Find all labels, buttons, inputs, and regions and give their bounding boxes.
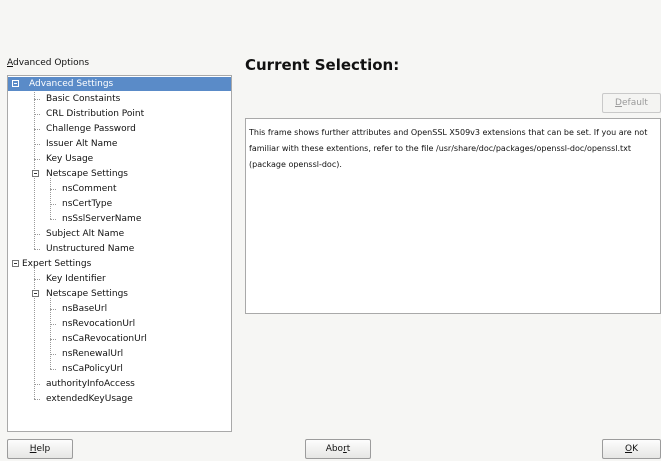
tree-item-subject-alt-name[interactable]: Subject Alt Name [8,227,231,241]
description-text: This frame shows further attributes and … [249,128,648,169]
tree-item-label: Issuer Alt Name [46,139,118,149]
tree-item-nsbaseurl[interactable]: nsBaseUrl [8,302,231,316]
tree-item-nssslservername[interactable]: nsSslServerName [8,212,231,226]
tree-item-basic-constaints[interactable]: Basic Constaints [8,92,231,106]
tree-item-key-usage[interactable]: Key Usage [8,152,231,166]
tree-item-nscapolicyurl[interactable]: nsCaPolicyUrl [8,362,231,376]
tree-item-label: nsComment [62,184,117,194]
tree-item-label: Key Identifier [46,274,106,284]
help-button[interactable]: Help [7,439,73,459]
tree-item-nscomment[interactable]: nsComment [8,182,231,196]
tree-item-unstructured-name[interactable]: Unstructured Name [8,242,231,256]
tree-item-label: nsRenewalUrl [62,349,124,359]
tree-item-advanced-settings[interactable]: Advanced Settings [8,77,231,91]
tree-item-netscape-settings[interactable]: Netscape Settings [8,167,231,181]
tree-item-crl-distribution-point[interactable]: CRL Distribution Point [8,107,231,121]
collapse-toggle-icon[interactable] [32,170,39,177]
tree-item-label: authorityInfoAccess [46,379,135,389]
tree-item-challenge-password[interactable]: Challenge Password [8,122,231,136]
tree-item-nsrenewalurl[interactable]: nsRenewalUrl [8,347,231,361]
tree-item-issuer-alt-name[interactable]: Issuer Alt Name [8,137,231,151]
tree-item-label: Expert Settings [22,259,92,269]
ok-button[interactable]: OK [602,439,661,459]
tree-item-label: nsSslServerName [62,214,142,224]
tree-item-key-identifier[interactable]: Key Identifier [8,272,231,286]
tree-item-label: CRL Distribution Point [46,109,145,119]
tree-item-label: Netscape Settings [46,289,128,299]
tree-item-label: nsBaseUrl [62,304,108,314]
description-frame: This frame shows further attributes and … [245,118,661,314]
tree-item-nscarevocationurl[interactable]: nsCaRevocationUrl [8,332,231,346]
tree-item-netscape-settings[interactable]: Netscape Settings [8,287,231,301]
collapse-toggle-icon[interactable] [32,290,39,297]
tree-item-label: nsRevocationUrl [62,319,136,329]
tree-item-label: Key Usage [46,154,94,164]
tree-item-label: Netscape Settings [46,169,128,179]
tree-item-label: nsCaPolicyUrl [62,364,123,374]
abort-button[interactable]: Abort [305,439,371,459]
tree-item-label: extendedKeyUsage [46,394,133,404]
collapse-toggle-icon[interactable] [12,80,19,87]
tree-item-label: Subject Alt Name [46,229,125,239]
tree-item-label: Challenge Password [46,124,136,134]
advanced-options-tree[interactable]: Advanced Settings Basic Constaints CRL Dis… [7,75,232,432]
tree-item-authorityinfoaccess[interactable]: authorityInfoAccess [8,377,231,391]
tree-item-expert-settings[interactable]: Expert Settings [8,257,231,271]
tree-item-label: nsCertType [62,199,113,209]
tree-item-extendedkeyusage[interactable]: extendedKeyUsage [8,392,231,406]
current-selection-heading: Current Selection: [245,56,400,74]
tree-item-label: Basic Constaints [46,94,121,104]
tree-item-nsrevocationurl[interactable]: nsRevocationUrl [8,317,231,331]
tree-item-label: Unstructured Name [46,244,135,254]
advanced-options-label: Advanced Options [7,58,90,68]
tree-item-label: nsCaRevocationUrl [62,334,147,344]
tree-item-label: Advanced Settings [29,79,114,89]
default-button[interactable]: Default [602,93,661,113]
collapse-toggle-icon[interactable] [12,260,19,267]
tree-item-nscerttype[interactable]: nsCertType [8,197,231,211]
